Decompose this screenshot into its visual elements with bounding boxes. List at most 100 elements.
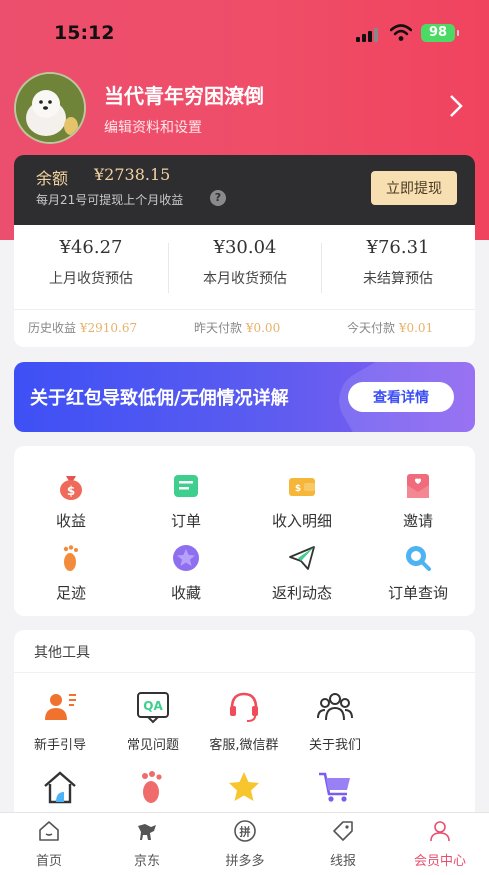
grid-item-order-search[interactable]: 订单查询 (373, 542, 463, 603)
status-time: 15:12 (54, 22, 115, 44)
today-payment: 今天付款 ¥0.01 (347, 319, 433, 336)
tab-pdd[interactable]: 拼 拼多多 (196, 819, 294, 869)
footprint-icon (142, 771, 162, 803)
tool-item-about[interactable]: 关于我们 (287, 688, 383, 753)
view-details-button[interactable]: 查看详情 (348, 382, 454, 412)
banner-text: 关于红包导致低佣/无佣情况详解 (30, 388, 289, 409)
tab-label: 会员中心 (413, 854, 466, 869)
other-tools-card: 其他工具 新手引导 QA 常见问题 客服,微信群 关于我们 (14, 630, 475, 820)
tab-label: 首页 (35, 854, 62, 869)
star-icon (173, 545, 199, 571)
grid-item-earnings[interactable]: $ 收益 (26, 470, 116, 531)
promo-banner[interactable]: 关于红包导致低佣/无佣情况详解 查看详情 (14, 362, 475, 432)
grid-item-invite[interactable]: 邀请 (373, 470, 463, 531)
history-label: 今天付款 (347, 321, 396, 335)
tool-item-support[interactable]: 客服,微信群 (196, 688, 292, 753)
search-icon (406, 546, 431, 571)
grid-item-favorites[interactable]: 收藏 (141, 542, 231, 603)
tool-item-label: 新手引导 (33, 738, 86, 753)
paper-plane-icon (289, 546, 315, 570)
function-grid: $ 收益 订单 $ 收入明细 邀请 足迹 收藏 返利动态 订单查询 (14, 446, 475, 616)
tag-icon (333, 821, 353, 841)
tool-item-home[interactable] (14, 768, 108, 810)
stat-this-month[interactable]: ¥30.04 本月收货预估 (168, 237, 322, 288)
grid-item-label: 返利动态 (271, 584, 332, 602)
tools-title: 其他工具 (34, 645, 90, 661)
stat-label: 未结算预估 (363, 271, 433, 287)
people-icon (317, 693, 353, 721)
withdraw-button[interactable]: 立即提现 (371, 171, 457, 205)
history-value: ¥2910.67 (79, 321, 138, 335)
tool-item-star[interactable] (196, 768, 292, 810)
history-earnings: 历史收益 ¥2910.67 (28, 319, 137, 336)
grid-item-label: 订单查询 (387, 584, 448, 602)
grid-item-label: 收入明细 (271, 512, 332, 530)
tab-label: 京东 (133, 854, 160, 869)
help-icon[interactable]: ? (210, 190, 226, 206)
jd-dog-icon (138, 824, 156, 840)
history-label: 历史收益 (28, 321, 77, 335)
tool-item-footprint[interactable] (105, 768, 201, 810)
divider (14, 309, 475, 310)
stat-last-month[interactable]: ¥46.27 上月收货预估 (14, 237, 168, 288)
grid-item-label: 订单 (170, 512, 201, 530)
svg-text:$: $ (295, 484, 301, 494)
tool-item-faq[interactable]: QA 常见问题 (105, 688, 201, 753)
home-icon (39, 821, 59, 841)
home-icon (44, 771, 76, 804)
headset-icon (230, 692, 258, 722)
grid-item-rebate-updates[interactable]: 返利动态 (257, 542, 347, 603)
history-value: ¥0.00 (245, 321, 281, 335)
divider (14, 672, 475, 673)
status-bar: 15:12 98 (0, 22, 489, 46)
username: 当代青年穷困潦倒 (104, 84, 264, 108)
stat-value: ¥76.31 (366, 237, 430, 258)
footprint-icon (63, 545, 78, 571)
stat-unsettled[interactable]: ¥76.31 未结算预估 (321, 237, 475, 288)
history-label: 昨天付款 (194, 321, 243, 335)
tool-item-label: 常见问题 (126, 738, 179, 753)
qa-icon: QA (137, 692, 169, 724)
balance-label: 余额 (36, 169, 69, 188)
invite-envelope-icon (407, 474, 429, 498)
signal-icon (356, 28, 380, 42)
history-value: ¥0.01 (398, 321, 434, 335)
withdraw-note: 每月21号可提现上个月收益 (36, 193, 184, 207)
grid-item-label: 收益 (55, 512, 86, 530)
grid-item-orders[interactable]: 订单 (141, 470, 231, 531)
svg-text:QA: QA (143, 699, 163, 713)
svg-text:拼: 拼 (240, 825, 251, 839)
user-icon (430, 821, 450, 842)
stat-value: ¥30.04 (213, 237, 277, 258)
tab-jd[interactable]: 京东 (98, 819, 196, 869)
tool-item-label: 客服,微信群 (209, 738, 279, 753)
grid-item-footprint[interactable]: 足迹 (26, 542, 116, 603)
grid-item-label: 收藏 (170, 584, 201, 602)
yesterday-payment: 昨天付款 ¥0.00 (194, 319, 280, 336)
grid-item-label: 邀请 (402, 512, 433, 530)
balance-amount: ¥2738.15 (94, 165, 171, 184)
stat-label: 上月收货预估 (49, 271, 133, 287)
grid-item-label: 足迹 (55, 584, 86, 602)
balance-card: 余额 ¥2738.15 每月21号可提现上个月收益 ? 立即提现 (14, 155, 475, 225)
tab-label: 线报 (329, 854, 356, 869)
bottom-tab-bar: 首页 京东 拼 拼多多 线报 会员中心 (0, 812, 489, 875)
stats-card: ¥46.27 上月收货预估 ¥30.04 本月收货预估 ¥76.31 未结算预估… (14, 225, 475, 347)
tab-deals[interactable]: 线报 (294, 819, 392, 869)
stat-label: 本月收货预估 (203, 271, 287, 287)
avatar[interactable] (14, 72, 86, 144)
cart-icon (319, 772, 350, 802)
chevron-right-icon[interactable] (448, 94, 464, 118)
money-bag-icon: $ (60, 476, 82, 500)
tool-item-cart[interactable] (287, 768, 383, 810)
pdd-icon: 拼 (234, 820, 256, 842)
edit-profile-link[interactable]: 编辑资料和设置 (104, 117, 202, 137)
tab-member-center[interactable]: 会员中心 (391, 819, 489, 869)
tool-item-guide[interactable]: 新手引导 (14, 688, 108, 753)
svg-text:$: $ (67, 484, 75, 498)
tool-item-label: 关于我们 (308, 738, 361, 753)
grid-item-income-details[interactable]: $ 收入明细 (257, 470, 347, 531)
wifi-icon (390, 24, 412, 41)
tab-label: 拼多多 (225, 854, 265, 869)
tab-home[interactable]: 首页 (0, 819, 98, 869)
